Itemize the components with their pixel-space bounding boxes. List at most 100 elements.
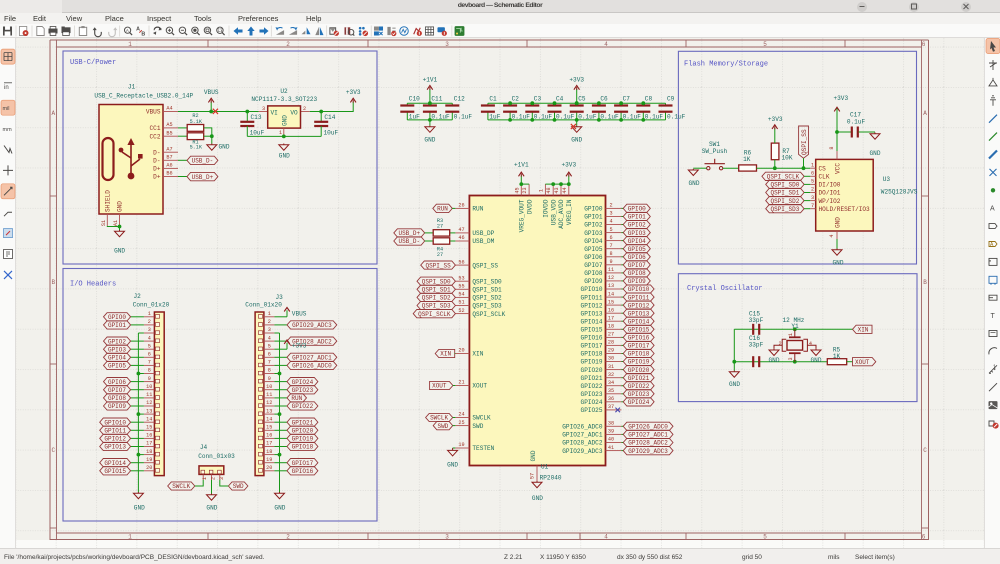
svg-text:D+: D+ [153, 166, 161, 173]
svg-text:13: 13 [608, 283, 614, 289]
svg-text:VBUS: VBUS [146, 109, 161, 116]
svg-text:GPIO23: GPIO23 [292, 387, 314, 394]
svg-text:B7: B7 [166, 155, 172, 161]
svg-text:1: 1 [993, 364, 996, 370]
svg-text:GPIO1: GPIO1 [584, 214, 603, 221]
svg-text:20: 20 [266, 465, 272, 471]
svg-text:30: 30 [608, 356, 614, 362]
svg-text:+3V3: +3V3 [833, 95, 848, 102]
svg-text:GPIO15: GPIO15 [628, 327, 650, 334]
svg-text:C17: C17 [850, 111, 861, 118]
svg-text:GPIO8: GPIO8 [628, 270, 646, 277]
svg-text:2: 2 [268, 319, 271, 325]
svg-text:GND: GND [206, 505, 217, 512]
svg-text:21: 21 [458, 380, 464, 386]
svg-text:20: 20 [458, 348, 464, 354]
svg-text:J1: J1 [128, 83, 136, 90]
svg-text:32: 32 [608, 372, 614, 378]
svg-text:16: 16 [266, 433, 272, 439]
svg-text:GPIO15: GPIO15 [581, 327, 603, 334]
svg-text:C2: C2 [512, 96, 520, 103]
svg-text:J2: J2 [134, 293, 142, 300]
svg-text:SHIELD: SHIELD [105, 190, 112, 212]
svg-text:4: 4 [809, 341, 812, 347]
svg-text:47: 47 [458, 227, 464, 233]
svg-text:GPIO22: GPIO22 [628, 383, 650, 390]
svg-text:15: 15 [266, 425, 272, 431]
svg-text:19: 19 [266, 457, 272, 463]
svg-text:11: 11 [146, 392, 152, 398]
svg-text:GPIO6: GPIO6 [628, 254, 646, 261]
svg-text:18: 18 [266, 449, 272, 455]
svg-text:56: 56 [458, 259, 464, 265]
svg-text:34: 34 [608, 380, 614, 386]
svg-text:GPIO9: GPIO9 [108, 403, 126, 410]
svg-text:NCP1117-3.3_SOT223: NCP1117-3.3_SOT223 [251, 96, 317, 103]
svg-text:4: 4 [829, 234, 835, 237]
svg-text:10uF: 10uF [250, 129, 265, 136]
svg-text:GPIO4: GPIO4 [584, 238, 603, 245]
svg-text:57: 57 [530, 473, 536, 479]
svg-text:DO/IO1: DO/IO1 [819, 190, 841, 197]
svg-text:GPIO23: GPIO23 [628, 391, 650, 398]
svg-text:J3: J3 [276, 294, 284, 301]
svg-text:1K: 1K [833, 353, 841, 360]
svg-text:QSPI_SD2: QSPI_SD2 [770, 198, 799, 205]
svg-text:GND: GND [571, 137, 582, 144]
svg-text:in: in [4, 85, 9, 91]
svg-text:GPIO27_ADC1: GPIO27_ADC1 [628, 432, 668, 439]
svg-text:1uF: 1uF [489, 113, 500, 120]
svg-text:0.1uF: 0.1uF [534, 113, 553, 120]
svg-text:GPIO16: GPIO16 [292, 468, 314, 475]
svg-text:GPIO29_ADC3: GPIO29_ADC3 [628, 448, 668, 455]
svg-text:GPIO20: GPIO20 [581, 367, 603, 374]
svg-text:36: 36 [608, 396, 614, 402]
svg-text:+3V3: +3V3 [561, 162, 576, 169]
svg-text:GPIO21: GPIO21 [292, 419, 314, 426]
svg-text:2: 2 [148, 319, 151, 325]
svg-text:16: 16 [608, 307, 614, 313]
svg-text:8: 8 [148, 368, 151, 374]
svg-text:SW_Push: SW_Push [702, 148, 728, 155]
svg-text:2: 2 [609, 203, 612, 209]
svg-text:3: 3 [445, 533, 449, 540]
svg-text:C14: C14 [324, 114, 335, 121]
svg-text:XIN: XIN [440, 351, 451, 358]
svg-text:GPIO10: GPIO10 [628, 286, 650, 293]
svg-text:RP2040: RP2040 [540, 475, 562, 482]
svg-text:4: 4 [604, 533, 608, 540]
svg-text:1: 1 [202, 477, 208, 480]
svg-text:GPIO19: GPIO19 [628, 359, 650, 366]
svg-text:GPIO14: GPIO14 [104, 460, 126, 467]
svg-text:GPIO27_ADC1: GPIO27_ADC1 [292, 355, 332, 362]
svg-text:A5: A5 [166, 122, 172, 128]
svg-text:GPIO5: GPIO5 [108, 363, 126, 370]
svg-text:37: 37 [608, 404, 614, 410]
svg-text:GPIO13: GPIO13 [581, 310, 603, 317]
svg-text:3: 3 [219, 477, 225, 480]
svg-text:A: A [923, 110, 927, 117]
svg-text:25: 25 [458, 420, 464, 426]
svg-text:23: 23 [522, 187, 528, 193]
svg-text:VCC: VCC [834, 163, 841, 174]
svg-text:VO: VO [290, 109, 298, 116]
svg-text:35: 35 [608, 388, 614, 394]
svg-text:C: C [51, 447, 55, 454]
svg-text:SW1: SW1 [709, 141, 720, 148]
svg-text:GPIO0: GPIO0 [628, 206, 646, 213]
svg-text:GPIO0: GPIO0 [584, 206, 603, 213]
svg-text:GPIO4: GPIO4 [628, 238, 646, 245]
svg-text:2: 2 [778, 341, 781, 347]
svg-text:38: 38 [608, 421, 614, 427]
svg-text:XOUT: XOUT [472, 383, 487, 390]
svg-text:A6: A6 [166, 163, 172, 169]
svg-text:6: 6 [811, 171, 814, 177]
svg-text:GPIO22: GPIO22 [581, 383, 603, 390]
svg-text:TESTEN: TESTEN [472, 445, 494, 452]
svg-text:Y1: Y1 [791, 323, 799, 330]
svg-text:SWD: SWD [437, 423, 448, 430]
svg-text:5: 5 [811, 179, 814, 185]
svg-text:33pF: 33pF [749, 341, 764, 348]
svg-text:12: 12 [146, 400, 152, 406]
svg-text:C8: C8 [645, 96, 653, 103]
